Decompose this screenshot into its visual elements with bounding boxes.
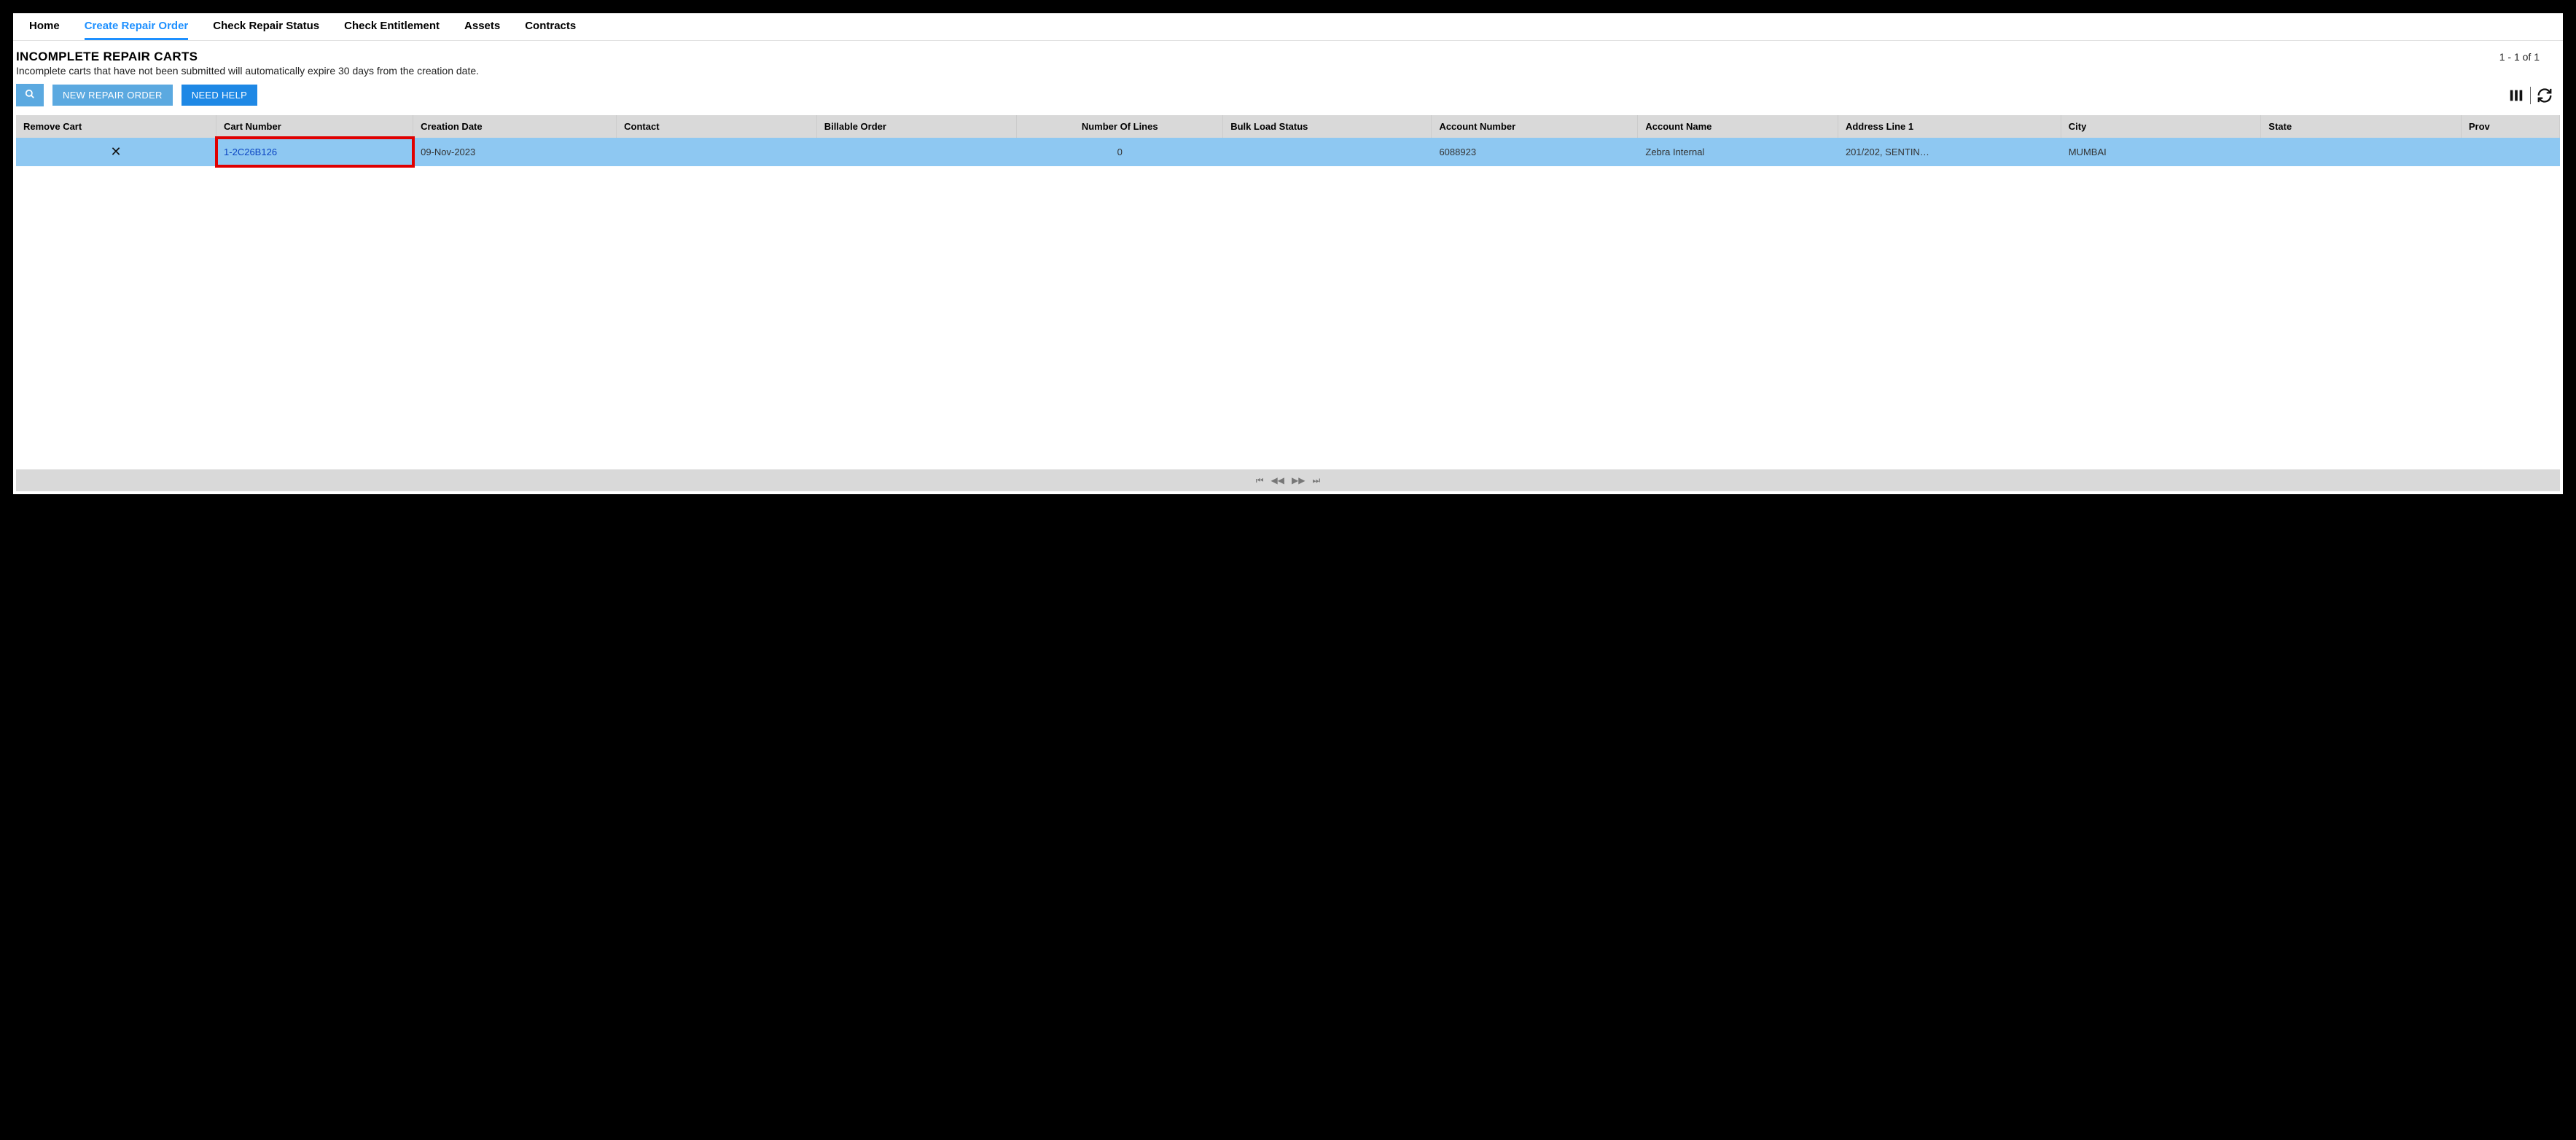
cart-number-link[interactable]: 1-2C26B126 <box>224 147 277 157</box>
table-container: Remove Cart Cart Number Creation Date Co… <box>16 115 2560 469</box>
pager-last-icon[interactable]: ⏭ <box>1312 475 1320 486</box>
col-account-number[interactable]: Account Number <box>1432 115 1638 138</box>
col-remove-cart[interactable]: Remove Cart <box>16 115 216 138</box>
page-header: INCOMPLETE REPAIR CARTS Incomplete carts… <box>13 41 2563 77</box>
columns-icon <box>2508 87 2524 104</box>
cell-city: MUMBAI <box>2061 138 2261 166</box>
refresh-icon <box>2537 87 2553 104</box>
toolbar-divider <box>2530 87 2531 104</box>
search-icon <box>25 89 35 99</box>
app-frame: Home Create Repair Order Check Repair St… <box>13 13 2563 494</box>
pager-prev-icon[interactable]: ◀◀ <box>1271 475 1284 485</box>
need-help-button[interactable]: NEED HELP <box>182 85 257 106</box>
nav-check-repair-status[interactable]: Check Repair Status <box>213 14 319 40</box>
nav-check-entitlement[interactable]: Check Entitlement <box>344 14 440 40</box>
table-row[interactable]: ✕ 1-2C26B126 09-Nov-2023 0 6088923 Zebra… <box>16 138 2560 166</box>
col-province[interactable]: Prov <box>2461 115 2559 138</box>
col-city[interactable]: City <box>2061 115 2261 138</box>
col-number-of-lines[interactable]: Number Of Lines <box>1017 115 1223 138</box>
main-nav: Home Create Repair Order Check Repair St… <box>13 13 2563 41</box>
col-state[interactable]: State <box>2261 115 2462 138</box>
nav-create-repair-order[interactable]: Create Repair Order <box>85 14 189 40</box>
close-icon[interactable]: ✕ <box>110 144 121 159</box>
col-bulk-load-status[interactable]: Bulk Load Status <box>1223 115 1432 138</box>
cell-state <box>2261 138 2462 166</box>
toolbar: NEW REPAIR ORDER NEED HELP <box>13 77 2563 115</box>
cell-address-line-1: 201/202, SENTIN… <box>1838 138 2061 166</box>
nav-home[interactable]: Home <box>29 14 60 40</box>
table-header-row: Remove Cart Cart Number Creation Date Co… <box>16 115 2560 138</box>
columns-button[interactable] <box>2507 86 2526 105</box>
cell-cart-number[interactable]: 1-2C26B126 <box>216 138 413 166</box>
cell-creation-date: 09-Nov-2023 <box>413 138 617 166</box>
record-count: 1 - 1 of 1 <box>2499 50 2560 63</box>
cell-contact <box>617 138 817 166</box>
cell-bulk-load-status <box>1223 138 1432 166</box>
repair-carts-table: Remove Cart Cart Number Creation Date Co… <box>16 115 2560 166</box>
col-address-line-1[interactable]: Address Line 1 <box>1838 115 2061 138</box>
new-repair-order-button[interactable]: NEW REPAIR ORDER <box>52 85 173 106</box>
cell-remove[interactable]: ✕ <box>16 138 216 166</box>
cell-account-number: 6088923 <box>1432 138 1638 166</box>
col-contact[interactable]: Contact <box>617 115 817 138</box>
cell-number-of-lines: 0 <box>1017 138 1223 166</box>
col-cart-number[interactable]: Cart Number <box>216 115 413 138</box>
col-billable-order[interactable]: Billable Order <box>816 115 1017 138</box>
cell-province <box>2461 138 2559 166</box>
cell-account-name: Zebra Internal <box>1638 138 1838 166</box>
cell-billable-order <box>816 138 1017 166</box>
nav-assets[interactable]: Assets <box>464 14 500 40</box>
pager: ⏮ ◀◀ ▶▶ ⏭ <box>16 469 2560 491</box>
page-title: INCOMPLETE REPAIR CARTS <box>16 50 479 64</box>
page-subtitle: Incomplete carts that have not been subm… <box>16 65 479 77</box>
pager-next-icon[interactable]: ▶▶ <box>1292 475 1305 485</box>
pager-first-icon[interactable]: ⏮ <box>1256 475 1264 486</box>
grid-scroll[interactable]: Remove Cart Cart Number Creation Date Co… <box>16 115 2560 469</box>
col-account-name[interactable]: Account Name <box>1638 115 1838 138</box>
refresh-button[interactable] <box>2535 86 2554 105</box>
nav-contracts[interactable]: Contracts <box>525 14 576 40</box>
search-button[interactable] <box>16 84 44 106</box>
col-creation-date[interactable]: Creation Date <box>413 115 617 138</box>
